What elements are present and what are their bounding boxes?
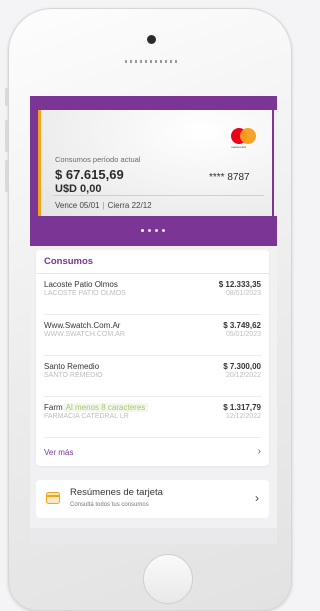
merchant-name: Santo Remedio bbox=[44, 362, 100, 371]
volume-up-button bbox=[5, 120, 8, 152]
transaction-amount: $ 12.333,35 bbox=[218, 280, 261, 289]
resumenes-card[interactable]: Resúmenes de tarjeta Consultá todos tus … bbox=[36, 480, 269, 518]
card-divider bbox=[53, 195, 264, 196]
transaction-date: 08/01/2023 bbox=[225, 290, 261, 297]
app-screen: mastercard Consumos período actual $ 67.… bbox=[30, 96, 277, 544]
transaction-date: 12/12/2022 bbox=[225, 413, 261, 420]
resumenes-subtitle: Consultá todos tus consumos bbox=[70, 502, 149, 508]
transaction-amount: $ 1.317,79 bbox=[223, 403, 261, 412]
merchant-name: Www.Swatch.Com.Ar bbox=[44, 321, 121, 330]
chevron-right-icon: › bbox=[255, 491, 259, 505]
card-dates: Vence 05/01 | Cierra 22/12 bbox=[55, 201, 152, 210]
transaction-date: 05/01/2023 bbox=[225, 331, 261, 338]
transaction-row[interactable]: Santo Remedio SANTO REMEDIO $ 7.300,00 2… bbox=[44, 356, 261, 396]
resumenes-title: Resúmenes de tarjeta bbox=[70, 487, 163, 498]
merchant-subtitle: WWW.SWATCH.COM.AR bbox=[44, 331, 125, 338]
merchant-name: Farm Al menos 8 caracteres bbox=[44, 403, 149, 412]
chevron-right-icon[interactable]: › bbox=[258, 446, 261, 457]
mastercard-icon: mastercard bbox=[231, 128, 267, 150]
front-camera bbox=[147, 35, 156, 44]
consumos-panel: Consumos Lacoste Patio Olmos LACOSTE PAT… bbox=[36, 250, 269, 466]
credit-card[interactable]: mastercard Consumos período actual $ 67.… bbox=[38, 110, 272, 216]
divider bbox=[44, 437, 261, 438]
consumos-title: Consumos bbox=[44, 256, 94, 267]
transaction-amount: $ 3.749,62 bbox=[223, 321, 261, 330]
cierra-date: Cierra 22/12 bbox=[107, 201, 152, 210]
validation-hint: Al menos 8 caracteres bbox=[62, 403, 149, 412]
card-last4: **** 8787 bbox=[209, 172, 250, 183]
transaction-row[interactable]: Lacoste Patio Olmos LACOSTE PATIO OLMOS … bbox=[44, 274, 261, 314]
amount-usd: U$D 0,00 bbox=[55, 183, 102, 195]
carousel-dot[interactable] bbox=[148, 229, 151, 232]
transaction-date: 20/12/2022 bbox=[225, 372, 261, 379]
transaction-row[interactable]: Www.Swatch.Com.Ar WWW.SWATCH.COM.AR $ 3.… bbox=[44, 315, 261, 355]
carousel-dots bbox=[141, 229, 165, 232]
merchant-subtitle: SANTO REMEDIO bbox=[44, 372, 103, 379]
mute-switch bbox=[5, 88, 8, 106]
card-icon bbox=[46, 492, 60, 504]
merchant-name: Lacoste Patio Olmos bbox=[44, 280, 118, 289]
earpiece-speaker bbox=[125, 60, 177, 63]
period-label: Consumos período actual bbox=[55, 155, 141, 164]
bottom-area bbox=[30, 528, 277, 544]
transaction-row[interactable]: Farm Al menos 8 caracteres FARMACIA CATED… bbox=[44, 397, 261, 437]
home-button[interactable] bbox=[143, 554, 193, 604]
carousel-dot[interactable] bbox=[162, 229, 165, 232]
volume-down-button bbox=[5, 160, 8, 192]
ver-mas-link[interactable]: Ver más bbox=[44, 448, 73, 457]
card-brand-text: mastercard bbox=[231, 145, 247, 149]
vence-date: Vence 05/01 bbox=[55, 201, 100, 210]
carousel-dot[interactable] bbox=[141, 229, 144, 232]
amount-ars: $ 67.615,69 bbox=[55, 167, 124, 182]
merchant-subtitle: LACOSTE PATIO OLMOS bbox=[44, 290, 126, 297]
next-card-peek[interactable] bbox=[274, 110, 277, 216]
merchant-subtitle: FARMACIA CATEDRAL LR bbox=[44, 413, 129, 420]
merchant-name-text: Farm bbox=[44, 403, 63, 412]
carousel-dot[interactable] bbox=[155, 229, 158, 232]
transaction-amount: $ 7.300,00 bbox=[223, 362, 261, 371]
